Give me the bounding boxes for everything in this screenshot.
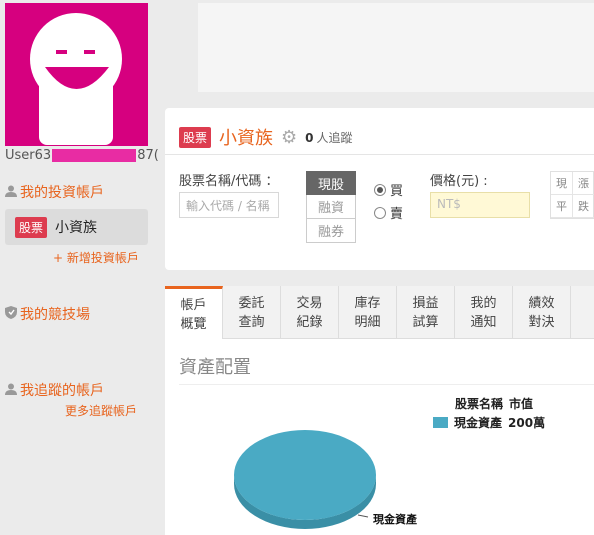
side-sell-radio[interactable]: 賣	[374, 203, 403, 222]
tab-line: 明細	[354, 314, 381, 330]
tab-line: 庫存	[354, 295, 381, 311]
pie-slice	[234, 430, 376, 520]
tab-line: 委託	[238, 295, 265, 311]
tab-line: 試算	[412, 314, 439, 330]
stock-code-input[interactable]: 輸入代碼 / 名稱	[179, 192, 279, 218]
tab-line: 紀錄	[296, 314, 323, 330]
account-tabs: 帳戶概覽 委託查詢 交易紀錄 庫存明細 損益試算 我的通知 績效對決	[165, 286, 594, 340]
order-type-group: 現股 融資 融券	[306, 171, 356, 243]
limit-cell-up[interactable]: 漲	[573, 172, 594, 195]
follower-label: 人追蹤	[316, 130, 353, 145]
order-type-short[interactable]: 融券	[306, 219, 356, 243]
username-prefix: User63	[5, 148, 52, 163]
username: User63 87(	[5, 148, 159, 163]
price-limit-grid: 現 漲 平 跌	[550, 171, 594, 219]
sidebar-account-item[interactable]: 股票 小資族	[5, 209, 148, 245]
tab-line: 帳戶	[180, 297, 207, 313]
side-sell-label: 賣	[390, 207, 404, 222]
followed-heading[interactable]: 我追蹤的帳戶	[5, 380, 104, 400]
radio-dot-icon	[374, 206, 386, 219]
my-accounts-heading[interactable]: 我的投資帳戶	[5, 182, 104, 202]
more-followed-link[interactable]: 更多追蹤帳戶	[65, 402, 137, 419]
slice-label: 現金資產	[373, 512, 417, 526]
tab-line: 損益	[412, 295, 439, 311]
limit-cell-current[interactable]: 現	[551, 172, 573, 195]
tab-inventory[interactable]: 庫存 明細	[339, 286, 397, 339]
arena-heading[interactable]: 我的競技場	[5, 304, 90, 324]
followed-heading-label: 我追蹤的帳戶	[20, 383, 104, 399]
tab-performance-duel[interactable]: 績效 對決	[513, 286, 571, 339]
tab-line: 績效	[528, 295, 555, 311]
tab-line: 我的	[470, 295, 497, 311]
order-type-margin[interactable]: 融資	[306, 195, 356, 219]
slice-label-leader	[357, 514, 369, 518]
trade-panel: 股票 小資族 ⚙ 0 人追蹤 股票名稱/代碼 ： 輸入代碼 / 名稱 現股 融資 …	[165, 108, 594, 270]
tab-trade-records[interactable]: 交易 紀錄	[281, 286, 339, 339]
trade-panel-header: 股票 小資族 ⚙ 0 人追蹤	[179, 124, 353, 150]
user-icon	[5, 383, 17, 398]
tab-line: 查詢	[238, 314, 265, 330]
stock-tag: 股票	[179, 126, 212, 148]
ad-banner	[198, 3, 594, 92]
account-title[interactable]: 小資族	[219, 124, 273, 150]
account-name: 小資族	[55, 220, 98, 236]
add-account-link[interactable]: + 新增投資帳戶	[53, 249, 139, 266]
gear-icon[interactable]: ⚙	[281, 127, 297, 148]
side-buy-radio[interactable]: 買	[374, 180, 403, 199]
tab-line: 對決	[528, 314, 555, 330]
shield-icon	[5, 306, 17, 322]
stock-label: 股票名稱/代碼 ：	[179, 174, 279, 189]
radio-dot-icon	[374, 183, 386, 196]
side-buy-label: 買	[390, 184, 404, 199]
tab-order-query[interactable]: 委託 查詢	[223, 286, 281, 339]
arena-heading-label: 我的競技場	[20, 307, 90, 323]
tab-account-overview[interactable]: 帳戶 概覽	[165, 286, 223, 340]
tab-notifications[interactable]: 我的 通知	[455, 286, 513, 339]
order-type-cash[interactable]: 現股	[306, 171, 356, 195]
follower-count: 0 人追蹤	[305, 129, 352, 146]
stock-tag: 股票	[15, 216, 48, 238]
tab-line: 通知	[470, 314, 497, 330]
tab-line: 概覽	[180, 316, 207, 332]
limit-cell-down[interactable]: 跌	[573, 195, 594, 218]
pie-group	[234, 430, 376, 529]
pie-chart: 現金資產	[234, 430, 417, 529]
tab-pnl-calc[interactable]: 損益 試算	[397, 286, 455, 339]
tab-line: 交易	[296, 295, 323, 311]
price-input[interactable]: NT$	[430, 192, 530, 218]
smiley-avatar-icon	[30, 13, 122, 145]
avatar[interactable]	[5, 3, 148, 146]
username-suffix: 87(	[137, 148, 159, 163]
price-label: 價格(元) :	[430, 174, 488, 189]
my-accounts-heading-label: 我的投資帳戶	[20, 185, 104, 201]
asset-allocation-panel: 資產配置 股票名稱 市值 現金資產 200萬 現金資產	[165, 339, 594, 535]
limit-cell-flat[interactable]: 平	[551, 195, 573, 218]
follower-number: 0	[305, 130, 314, 145]
divider	[165, 154, 594, 155]
username-redaction	[52, 149, 137, 162]
user-icon	[5, 185, 17, 200]
